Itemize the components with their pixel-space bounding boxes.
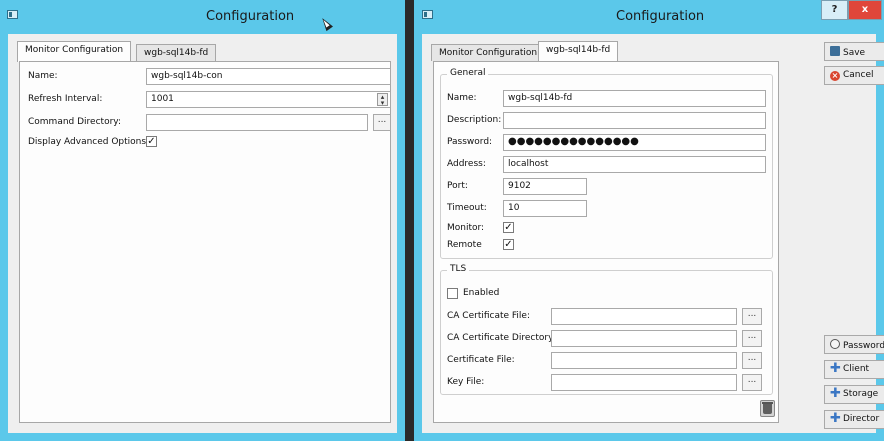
help-button[interactable]: ?	[821, 0, 848, 20]
window-divider	[405, 0, 414, 441]
command-directory-label: Command Directory:	[28, 117, 121, 127]
tab-wgb-sql14b-fd[interactable]: wgb-sql14b-fd	[136, 44, 217, 61]
client-button-label: Client	[843, 364, 870, 374]
name-label: Name:	[28, 71, 58, 81]
remote-label: Remote	[447, 240, 482, 250]
right-window-title: Configuration	[616, 9, 705, 24]
description-label: Description:	[447, 115, 502, 125]
cancel-button-label: Cancel	[843, 70, 874, 80]
window-menu-icon[interactable]	[7, 10, 18, 19]
storage-button-label: Storage	[843, 389, 879, 399]
tls-enabled-label: Enabled	[463, 288, 500, 298]
window-menu-icon[interactable]	[422, 10, 433, 19]
tab-monitor-configuration[interactable]: Monitor Configuration	[431, 44, 546, 61]
remote-checkbox[interactable]: ✓	[503, 239, 514, 250]
left-configuration-window: Configuration Monitor Configuration wgb-…	[0, 0, 405, 441]
timeout-input[interactable]: 10	[503, 200, 587, 217]
monitor-checkbox[interactable]: ✓	[503, 222, 514, 233]
address-input[interactable]: localhost	[503, 156, 766, 173]
left-title-bar[interactable]: Configuration	[0, 0, 405, 34]
refresh-interval-label: Refresh Interval:	[28, 94, 103, 104]
spin-arrows-icon[interactable]: ▴ ▾	[377, 93, 388, 107]
port-input[interactable]: 9102	[503, 178, 587, 195]
ca-certificate-directory-browse-button[interactable]: ...	[742, 330, 762, 347]
save-button-label: Save	[843, 48, 866, 58]
password-input[interactable]: ●●●●●●●●●●●●●●●	[503, 134, 766, 151]
ca-certificate-directory-label: CA Certificate Directory:	[447, 333, 556, 343]
tls-group-title: TLS	[447, 264, 470, 274]
key-icon	[830, 339, 840, 349]
close-button[interactable]: x	[848, 0, 882, 20]
right-client-area: Monitor Configuration wgb-sql14b-fd Gene…	[422, 34, 884, 433]
plus-icon: ✚	[830, 411, 841, 426]
left-window-title: Configuration	[206, 9, 295, 24]
tls-enabled-checkbox[interactable]	[447, 288, 458, 299]
cancel-button[interactable]: × Cancel	[824, 66, 884, 85]
display-advanced-options-checkbox[interactable]: ✓	[146, 136, 157, 147]
monitor-config-panel: Name: wgb-sql14b-con Refresh Interval: 1…	[19, 61, 391, 423]
add-director-button[interactable]: ✚ Director	[824, 410, 884, 429]
ca-certificate-directory-input[interactable]	[551, 330, 737, 347]
display-advanced-options-label: Display Advanced Options:	[28, 137, 150, 147]
right-configuration-window: Configuration ? x Monitor Configuration …	[414, 0, 884, 441]
general-group: General Name: wgb-sql14b-fd Description:…	[440, 68, 773, 259]
save-icon	[830, 46, 840, 56]
certificate-file-input[interactable]	[551, 352, 737, 369]
director-button-label: Director	[843, 414, 880, 424]
refresh-interval-spinbox[interactable]: 1001	[146, 91, 391, 108]
plus-icon: ✚	[830, 361, 841, 376]
add-storage-button[interactable]: ✚ Storage	[824, 385, 884, 404]
command-directory-input[interactable]	[146, 114, 368, 131]
certificate-file-label: Certificate File:	[447, 355, 515, 365]
general-group-title: General	[447, 68, 489, 78]
tls-group: TLS Enabled CA Certificate File: ... CA …	[440, 264, 773, 395]
ca-certificate-file-input[interactable]	[551, 308, 737, 325]
name-input[interactable]: wgb-sql14b-con	[146, 68, 391, 85]
tab-wgb-sql14b-fd[interactable]: wgb-sql14b-fd	[538, 41, 619, 62]
ca-certificate-file-browse-button[interactable]: ...	[742, 308, 762, 325]
name-input[interactable]: wgb-sql14b-fd	[503, 90, 766, 107]
password-button-label: Password	[843, 341, 884, 351]
address-label: Address:	[447, 159, 486, 169]
add-client-button[interactable]: ✚ Client	[824, 360, 884, 379]
certificate-file-browse-button[interactable]: ...	[742, 352, 762, 369]
monitor-label: Monitor:	[447, 223, 485, 233]
ca-certificate-file-label: CA Certificate File:	[447, 311, 531, 321]
plus-icon: ✚	[830, 386, 841, 401]
key-file-input[interactable]	[551, 374, 737, 391]
password-button[interactable]: Password	[824, 335, 884, 354]
description-input[interactable]	[503, 112, 766, 129]
tab-monitor-configuration[interactable]: Monitor Configuration	[17, 41, 132, 62]
command-directory-browse-button[interactable]: ...	[373, 114, 391, 131]
trash-icon[interactable]	[760, 400, 775, 417]
cancel-icon: ×	[830, 71, 840, 81]
save-button[interactable]: Save	[824, 42, 884, 61]
port-label: Port:	[447, 181, 468, 191]
password-label: Password:	[447, 137, 493, 147]
key-file-browse-button[interactable]: ...	[742, 374, 762, 391]
timeout-label: Timeout:	[447, 203, 487, 213]
left-client-area: Monitor Configuration wgb-sql14b-fd Name…	[8, 34, 397, 433]
right-title-bar[interactable]: Configuration ? x	[414, 0, 884, 34]
name-label: Name:	[447, 93, 477, 103]
fd-config-panel: General Name: wgb-sql14b-fd Description:…	[433, 61, 779, 423]
key-file-label: Key File:	[447, 377, 485, 387]
